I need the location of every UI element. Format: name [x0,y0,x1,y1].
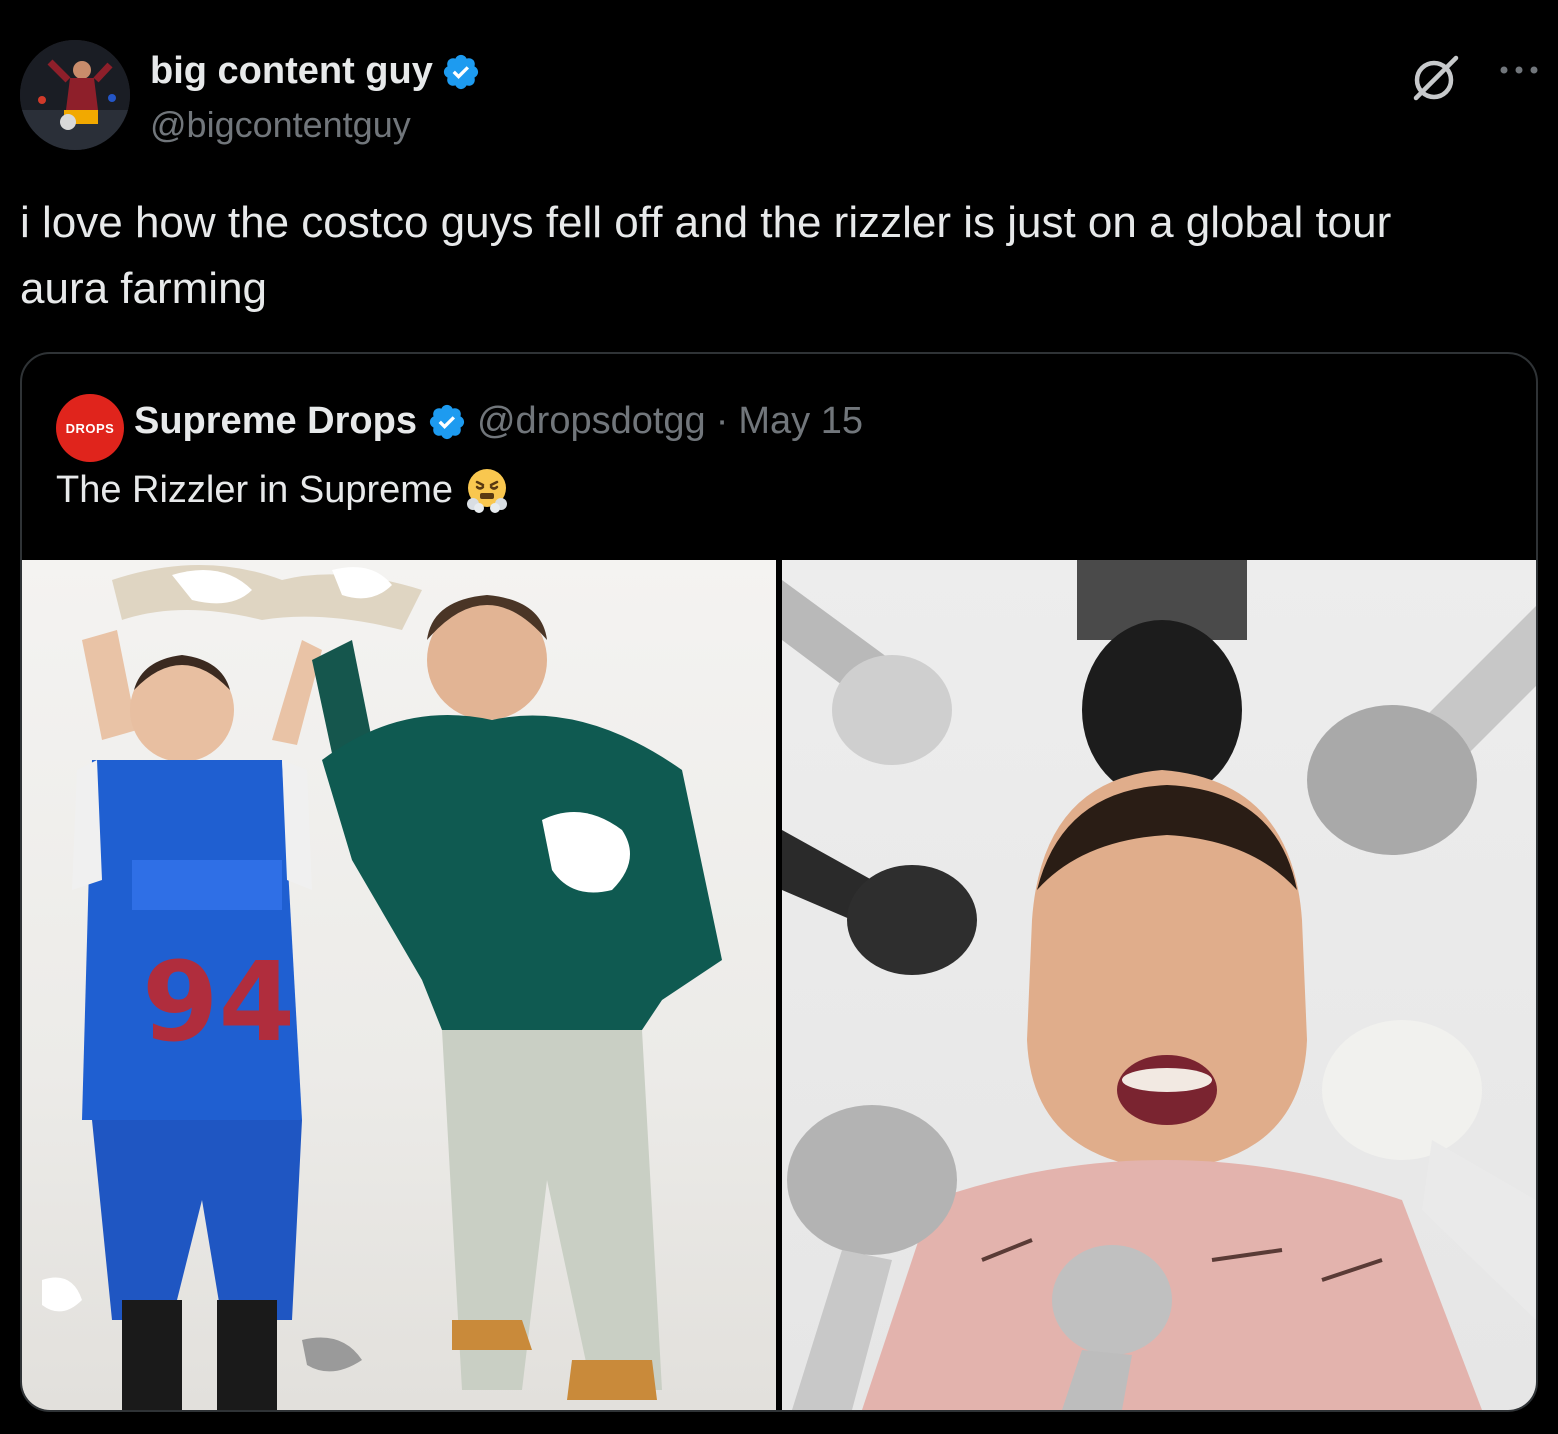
avatar-logo-text: DROPS [65,420,115,436]
author-display-name[interactable]: big content guy [150,50,433,93]
face-with-steam-emoji-icon [467,469,508,513]
quoted-tweet[interactable]: DROPS Supreme Drops @dropsdotgg · May 15… [20,352,1538,1412]
tweet-card[interactable]: big content guy @bigcontentguy i love ho… [0,0,1558,1434]
verified-badge-icon [429,404,465,439]
quoted-date[interactable]: May 15 [738,400,863,443]
photo-kid-and-man-throwing-paper-icon: 94 [42,565,722,1410]
quoted-display-name[interactable]: Supreme Drops [134,400,417,443]
quoted-text-row: The Rizzler in Supreme [56,466,511,514]
more-icon[interactable] [1496,60,1542,80]
author-name-row[interactable]: big content guy [150,50,481,93]
verified-badge-icon [443,54,478,89]
photo-kid-surrounded-by-microphones-icon [782,560,1536,1410]
separator-dot: · [715,400,729,442]
svg-text:94: 94 [142,938,295,1066]
media-grid: 94 [22,560,1536,1410]
quoted-handle[interactable]: @dropsdotgg [477,400,706,443]
author-handle[interactable]: @bigcontentguy [150,104,411,146]
tweet-text: i love how the costco guys fell off and … [20,198,1392,313]
quoted-header: Supreme Drops @dropsdotgg · May 15 [134,400,863,443]
grok-icon[interactable] [1408,50,1464,106]
quoted-text: The Rizzler in Supreme [56,468,454,511]
quoted-author-avatar[interactable]: DROPS [56,394,124,462]
author-avatar[interactable] [20,40,130,150]
media-photo-right[interactable] [782,560,1536,1410]
avatar-photo-icon [20,40,130,150]
media-photo-left[interactable]: 94 [22,560,776,1410]
